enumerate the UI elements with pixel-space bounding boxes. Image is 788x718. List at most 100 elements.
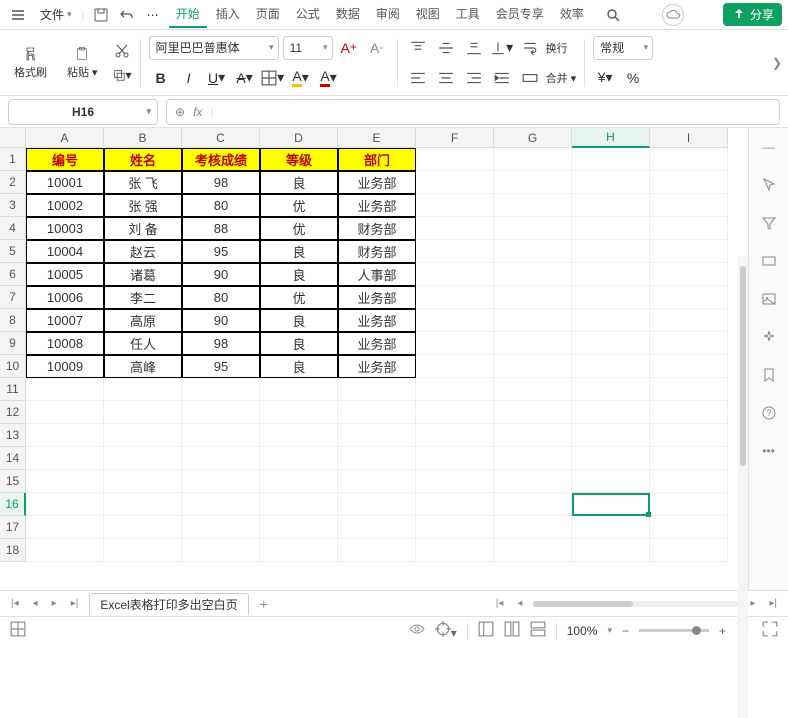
- cell[interactable]: [572, 286, 650, 309]
- view-break-icon[interactable]: [530, 621, 546, 640]
- row-header-17[interactable]: 17: [0, 516, 26, 539]
- cell[interactable]: 良: [260, 171, 338, 194]
- hscroll-left-icon[interactable]: |◂: [493, 598, 507, 609]
- cell[interactable]: [650, 378, 728, 401]
- align-bottom-icon[interactable]: [462, 36, 486, 60]
- row-header-10[interactable]: 10: [0, 355, 26, 378]
- cell[interactable]: [494, 171, 572, 194]
- orientation-icon[interactable]: ▾: [490, 36, 514, 60]
- row-header-18[interactable]: 18: [0, 539, 26, 562]
- cell[interactable]: 88: [182, 217, 260, 240]
- format-painter-button[interactable]: 格式刷: [8, 42, 53, 84]
- cell[interactable]: [416, 286, 494, 309]
- tab-first-icon[interactable]: |◂: [8, 598, 22, 609]
- tab-会员专享[interactable]: 会员专享: [489, 1, 551, 28]
- fullscreen-icon[interactable]: [762, 621, 778, 640]
- cell[interactable]: [650, 148, 728, 171]
- cell[interactable]: [104, 539, 182, 562]
- cell[interactable]: 业务部: [338, 286, 416, 309]
- cell[interactable]: [572, 539, 650, 562]
- strike-button[interactable]: A▾: [233, 66, 257, 90]
- cell[interactable]: [650, 401, 728, 424]
- cell[interactable]: [650, 194, 728, 217]
- cell[interactable]: 张 强: [104, 194, 182, 217]
- cell[interactable]: [182, 447, 260, 470]
- row-header-7[interactable]: 7: [0, 286, 26, 309]
- tab-last-icon[interactable]: ▸|: [68, 598, 82, 609]
- cell[interactable]: 98: [182, 171, 260, 194]
- cell[interactable]: 90: [182, 263, 260, 286]
- cell[interactable]: 优: [260, 217, 338, 240]
- menu-icon[interactable]: [6, 5, 30, 25]
- zoom-out-icon[interactable]: −: [622, 624, 629, 638]
- cell[interactable]: [572, 240, 650, 263]
- cell[interactable]: [494, 378, 572, 401]
- tab-开始[interactable]: 开始: [169, 1, 207, 28]
- horizontal-scrollbar[interactable]: [533, 601, 739, 607]
- cell[interactable]: [494, 309, 572, 332]
- cell[interactable]: [416, 424, 494, 447]
- cell[interactable]: [416, 240, 494, 263]
- cell[interactable]: [494, 516, 572, 539]
- cell[interactable]: [494, 148, 572, 171]
- cell[interactable]: [26, 447, 104, 470]
- col-header-C[interactable]: C: [182, 128, 260, 148]
- indent-icon[interactable]: [490, 66, 514, 90]
- cell[interactable]: [572, 470, 650, 493]
- cell[interactable]: [572, 424, 650, 447]
- cell[interactable]: [260, 493, 338, 516]
- cell[interactable]: 优: [260, 194, 338, 217]
- decrease-font-icon[interactable]: A-: [365, 36, 389, 60]
- cell[interactable]: [494, 401, 572, 424]
- cell[interactable]: 10005: [26, 263, 104, 286]
- col-header-F[interactable]: F: [416, 128, 494, 148]
- cell[interactable]: 诸葛: [104, 263, 182, 286]
- cell[interactable]: [260, 424, 338, 447]
- target-icon[interactable]: ▾: [435, 621, 457, 640]
- cell[interactable]: [572, 171, 650, 194]
- cell[interactable]: 业务部: [338, 309, 416, 332]
- cell[interactable]: [416, 516, 494, 539]
- tab-next-icon[interactable]: ▸: [49, 598, 60, 609]
- row-header-11[interactable]: 11: [0, 378, 26, 401]
- cell[interactable]: [416, 148, 494, 171]
- cell[interactable]: [572, 217, 650, 240]
- tab-页面[interactable]: 页面: [249, 1, 287, 28]
- align-right-icon[interactable]: [462, 66, 486, 90]
- cell[interactable]: [650, 263, 728, 286]
- cell[interactable]: 10009: [26, 355, 104, 378]
- cell[interactable]: [494, 447, 572, 470]
- row-header-3[interactable]: 3: [0, 194, 26, 217]
- view-page-icon[interactable]: [504, 621, 520, 640]
- cell[interactable]: [416, 539, 494, 562]
- cell[interactable]: 良: [260, 355, 338, 378]
- select-all-corner[interactable]: [0, 128, 26, 148]
- merge-button[interactable]: [518, 66, 542, 90]
- cell[interactable]: 编号: [26, 148, 104, 171]
- fill-color-button[interactable]: A▾: [289, 66, 313, 90]
- font-color-button[interactable]: A▾: [317, 66, 341, 90]
- formula-input[interactable]: ⊕ fx |: [166, 99, 780, 125]
- cell[interactable]: [650, 217, 728, 240]
- tab-效率[interactable]: 效率: [553, 1, 591, 28]
- row-header-9[interactable]: 9: [0, 332, 26, 355]
- cell[interactable]: [182, 539, 260, 562]
- cell[interactable]: 良: [260, 263, 338, 286]
- cell[interactable]: [104, 401, 182, 424]
- cell[interactable]: [494, 355, 572, 378]
- cell[interactable]: [572, 263, 650, 286]
- tab-视图[interactable]: 视图: [409, 1, 447, 28]
- paste-button[interactable]: 粘贴 ▾: [61, 42, 104, 84]
- cell[interactable]: [572, 309, 650, 332]
- bookmark-icon[interactable]: [760, 366, 778, 384]
- cell[interactable]: [572, 148, 650, 171]
- cell[interactable]: [494, 217, 572, 240]
- col-header-D[interactable]: D: [260, 128, 338, 148]
- add-sheet-icon[interactable]: +: [257, 596, 271, 612]
- cell[interactable]: [182, 401, 260, 424]
- row-header-8[interactable]: 8: [0, 309, 26, 332]
- filter-icon[interactable]: [760, 214, 778, 232]
- cell[interactable]: [26, 424, 104, 447]
- view-normal-icon[interactable]: [478, 621, 494, 640]
- cell[interactable]: [416, 355, 494, 378]
